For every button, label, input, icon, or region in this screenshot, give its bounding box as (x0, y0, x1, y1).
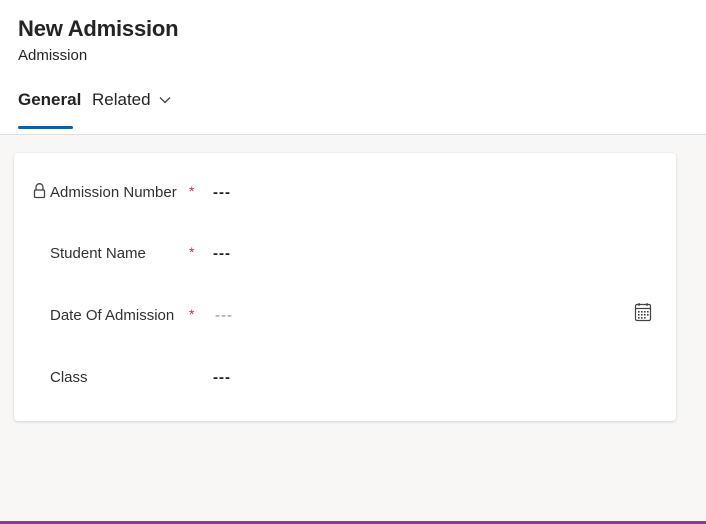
chevron-down-icon (159, 89, 171, 109)
student-name-input[interactable]: --- (213, 245, 231, 262)
tab-related-label: Related (92, 90, 151, 109)
general-section-card: Admission Number * --- Student Name * --… (14, 153, 676, 421)
field-student-name: Student Name * --- (14, 240, 676, 270)
entity-name: Admission (18, 47, 88, 64)
page-title: New Admission (18, 16, 179, 41)
admission-number-label: Admission Number (50, 184, 177, 201)
tab-general[interactable]: General (18, 90, 81, 110)
lock-icon (33, 182, 46, 204)
form-header: New Admission Admission General Related (0, 0, 706, 135)
tab-selected-indicator (18, 126, 73, 129)
required-marker: * (189, 183, 195, 199)
field-date-of-admission: Date Of Admission * --- (14, 302, 676, 332)
required-marker: * (189, 306, 195, 322)
class-lookup-input[interactable]: --- (213, 369, 231, 386)
date-of-admission-input[interactable]: --- (215, 307, 233, 324)
tab-related[interactable]: Related (92, 90, 171, 110)
admission-number-value: --- (213, 184, 231, 201)
tab-general-label: General (18, 90, 82, 109)
calendar-icon[interactable] (634, 302, 652, 327)
student-name-label: Student Name (50, 245, 146, 262)
date-of-admission-label: Date Of Admission (50, 307, 175, 324)
field-class: Class --- (14, 364, 676, 394)
field-admission-number: Admission Number * --- (14, 179, 676, 209)
class-label: Class (50, 369, 88, 386)
required-marker: * (189, 244, 195, 260)
